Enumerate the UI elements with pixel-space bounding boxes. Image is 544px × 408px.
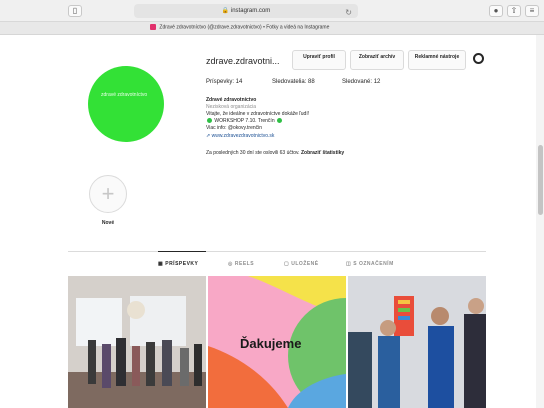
browser-toolbar: ▯ 🔒 instagram.com ↻ ● ⇧ ≡ (0, 0, 544, 22)
scroll-thumb[interactable] (538, 145, 543, 215)
link-icon: ⇗ (206, 133, 211, 139)
view-insights-link[interactable]: Zobraziť štatistiky (301, 150, 344, 156)
tab-reels[interactable]: ◎ REELS (228, 261, 254, 267)
bio-line-2: WORKSHOP 7.10. Trenčín (214, 118, 275, 124)
green-circle-icon (207, 118, 212, 124)
share-icon[interactable]: ⇧ (507, 5, 521, 17)
tag-icon: ◫ (346, 261, 352, 267)
view-archive-button[interactable]: Zobraziť archív (350, 50, 404, 70)
reload-icon[interactable]: ↻ (345, 6, 352, 20)
post-photo-1 (68, 276, 206, 408)
bio-line-1: Vitajte, že ideálne v zdravotníctve doká… (206, 111, 310, 117)
avatar-logo-text: zdravé zdravotníctvo (101, 92, 148, 98)
post-photo-3 (348, 276, 486, 408)
highlight-label: Nové (101, 220, 115, 226)
insights-line: Za posledných 30 dní ste oslovili 63 účt… (206, 150, 344, 156)
stat-following[interactable]: Sledované: 12 (342, 79, 380, 85)
grid-icon: ▦ (158, 261, 164, 267)
stat-posts: Príspevky: 14 (206, 79, 243, 85)
edit-profile-button[interactable]: Upraviť profil (292, 50, 346, 70)
instagram-favicon-icon (150, 24, 156, 30)
bio-name: Zdravé zdravotníctvo (206, 97, 257, 103)
active-tab-indicator (158, 251, 206, 252)
insights-text: Za posledných 30 dní ste oslovili 63 účt… (206, 150, 300, 156)
tab-instagram[interactable]: Zdravé zdravotníctvo (@zdrave.zdravotnic… (150, 24, 329, 30)
tab-bar: Zdravé zdravotníctvo (@zdrave.zdravotnic… (0, 22, 544, 35)
new-highlight-button[interactable]: + (89, 175, 127, 213)
url-text: instagram.com (230, 8, 271, 14)
ad-tools-button[interactable]: Reklamné nástroje (408, 50, 466, 70)
plus-icon: + (101, 181, 115, 206)
post-thumbnail-3[interactable] (348, 276, 486, 408)
green-circle-icon (277, 118, 282, 124)
sidebar-icon[interactable]: ▯ (68, 5, 82, 17)
post-2-caption-text: Ďakujeme (240, 336, 302, 351)
stat-followers[interactable]: Sledovatelia: 88 (272, 79, 315, 85)
tab-title: Zdravé zdravotníctvo (@zdrave.zdravotnic… (159, 24, 330, 31)
download-icon[interactable]: ● (489, 5, 503, 17)
tabs-divider (68, 251, 486, 252)
profile-avatar[interactable] (88, 66, 164, 142)
bio-website-link-wrap[interactable]: ⇗ www.zdravezdravotnictvo.sk (206, 133, 274, 139)
reels-icon: ◎ (228, 261, 233, 267)
lock-icon: 🔒 (221, 8, 230, 14)
bio-category: Nezisková organizácia (206, 104, 257, 110)
gear-icon[interactable] (473, 53, 484, 64)
address-bar[interactable]: 🔒 instagram.com ↻ (134, 4, 358, 18)
bio-line-3: Viac info: @okovy.trenčin (206, 125, 263, 131)
bookmark-icon: ▢ (284, 261, 290, 267)
tab-tagged[interactable]: ◫ S OZNAČENÍM (346, 261, 394, 267)
bio-website-link[interactable]: www.zdravezdravotnictvo.sk (212, 133, 275, 139)
page-scrollbar[interactable] (536, 35, 544, 408)
tab-posts[interactable]: ▦ PRÍSPEVKY (158, 261, 198, 267)
tab-saved[interactable]: ▢ ULOŽENÉ (284, 261, 319, 267)
tabs-icon[interactable]: ≡ (525, 5, 539, 17)
bio-line-2-wrap: WORKSHOP 7.10. Trenčín (206, 118, 283, 124)
post-thumbnail-1[interactable] (68, 276, 206, 408)
profile-username: zdrave.zdravotni... (206, 56, 280, 66)
